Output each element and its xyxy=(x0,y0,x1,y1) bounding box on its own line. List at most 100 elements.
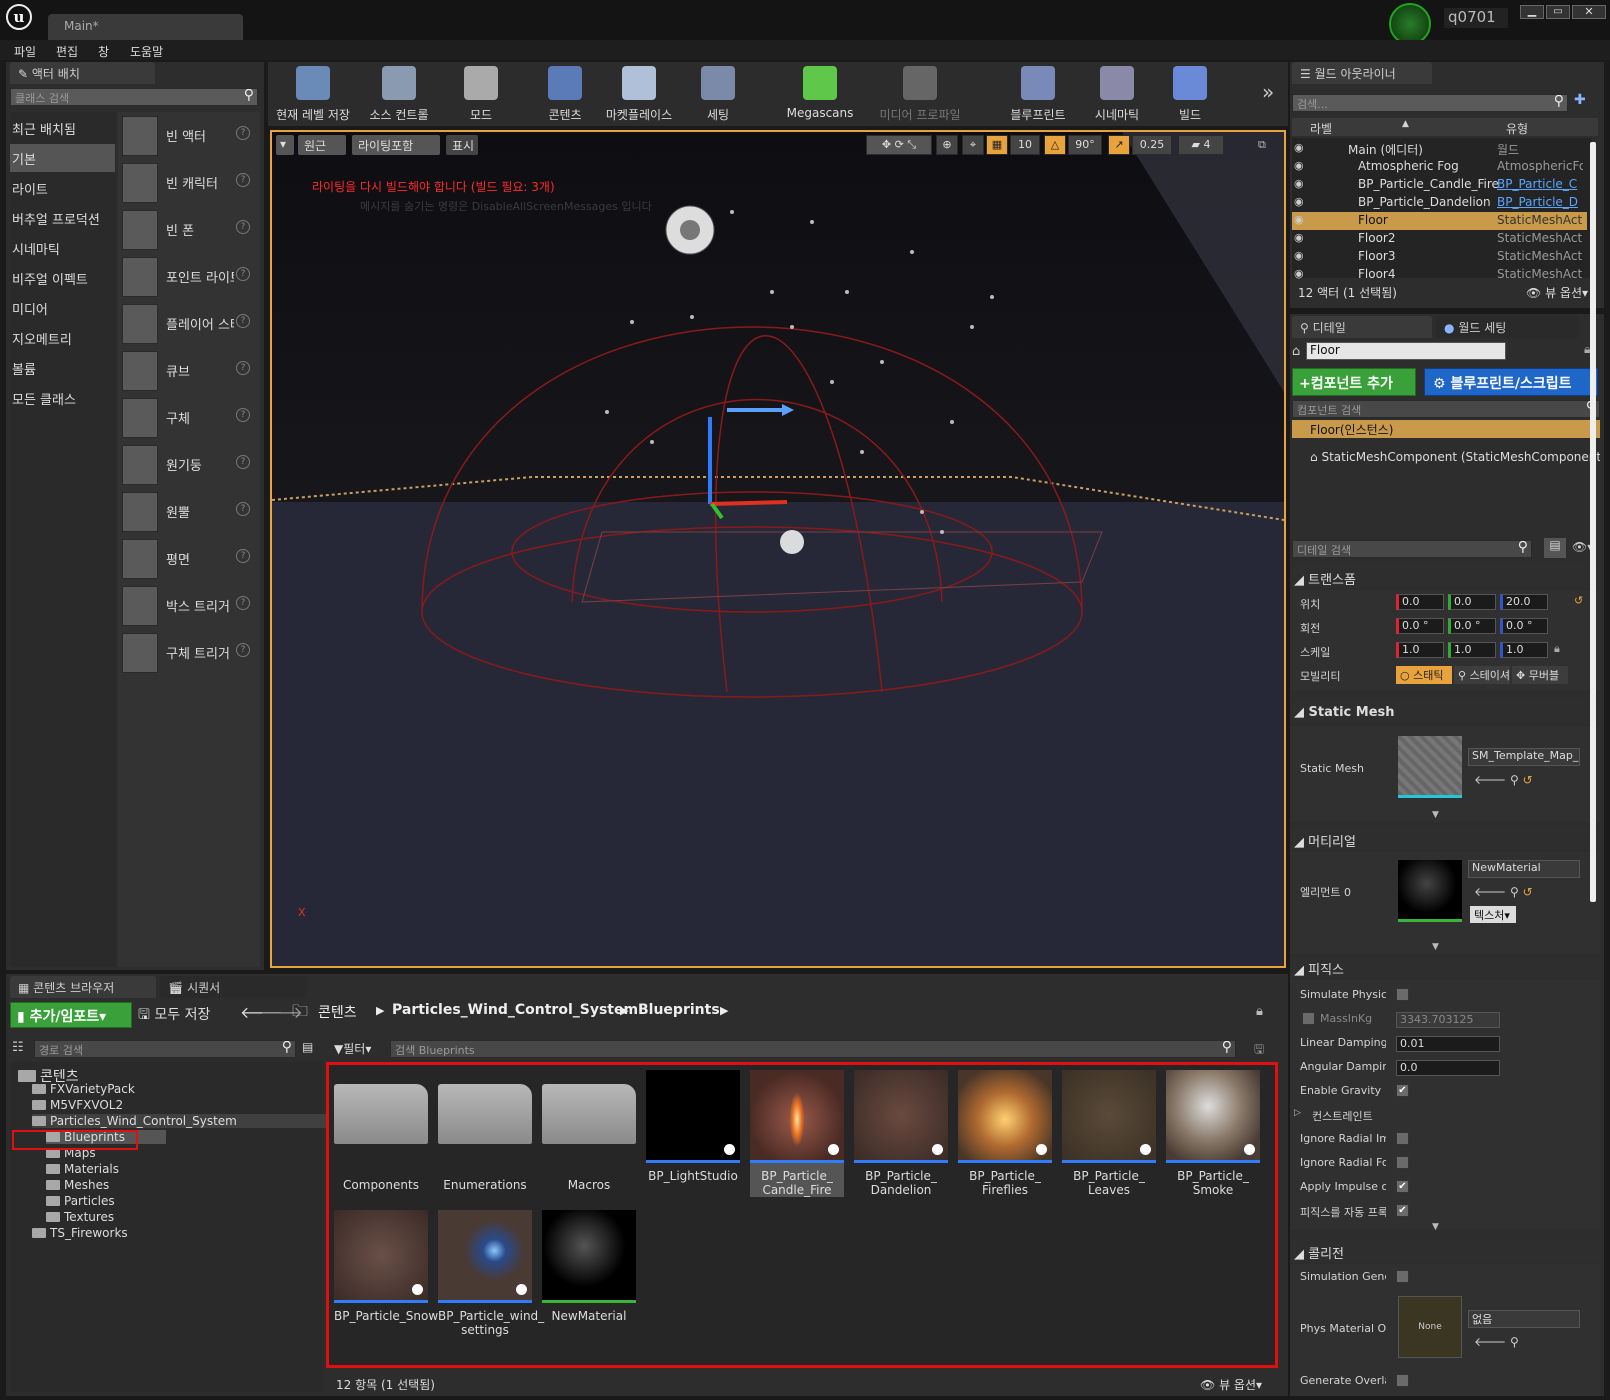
outliner-search-input[interactable]: 검색... ⚲ xyxy=(1292,94,1568,112)
menu-file[interactable]: 파일 xyxy=(14,43,36,60)
asset-tile[interactable]: Macros xyxy=(542,1070,636,1192)
ignore-radial-force-checkbox[interactable] xyxy=(1396,1156,1409,1169)
toolbar-button[interactable]: 마켓플레이스 xyxy=(594,62,684,122)
asset-view-options[interactable]: 👁 뷰 옵션▾ xyxy=(1200,1376,1262,1393)
outliner-row-type[interactable]: BP_Particle_D xyxy=(1497,195,1583,209)
tab-sequencer[interactable]: 🎬︎ 시퀀서 xyxy=(160,976,306,998)
asset-search-input[interactable]: 검색 Blueprints ⚲ xyxy=(390,1040,1236,1058)
asset-tile[interactable]: BP_Particle_Snow xyxy=(334,1210,438,1323)
ignore-radial-impulse-checkbox[interactable] xyxy=(1396,1132,1409,1145)
blueprint-script-button[interactable]: ⚙ 블루프린트/스크립트 xyxy=(1424,368,1598,396)
add-import-button[interactable]: ▮ 추가/임포트▾ xyxy=(10,1002,132,1028)
add-component-button[interactable]: +컴포넌트 추가 xyxy=(1292,368,1416,396)
show-button[interactable]: 표시 xyxy=(446,135,478,155)
actor-name-field[interactable]: Floor xyxy=(1306,342,1506,360)
help-icon[interactable]: ? xyxy=(236,220,250,234)
component-search-input[interactable]: 컴포넌트 검색⚲ xyxy=(1292,400,1600,418)
scale-label[interactable]: 스케일 xyxy=(1300,644,1386,660)
tab-world-outliner[interactable]: ☰ 월드 아웃라이너 xyxy=(1292,62,1432,84)
constraints-expand-icon[interactable]: ▷ xyxy=(1294,1108,1301,1118)
texture-button[interactable]: 텍스처▾ xyxy=(1470,906,1516,923)
location-label[interactable]: 위치 xyxy=(1300,596,1386,612)
detail-search-input[interactable]: 디테일 검색 ⚲ xyxy=(1292,540,1532,558)
outliner-row-type[interactable]: BP_Particle_C xyxy=(1497,177,1583,191)
path-search-input[interactable]: 경로 검색 ⚲ xyxy=(34,1040,296,1058)
grid-snap-toggle[interactable]: ▦ xyxy=(986,135,1008,155)
help-icon[interactable]: ? xyxy=(236,361,250,375)
help-icon[interactable]: ? xyxy=(236,502,250,516)
grid-snap-value[interactable]: 10 xyxy=(1010,135,1040,155)
mode-category[interactable]: 지오메트리 xyxy=(10,324,115,352)
constraints-label[interactable]: 컨스트레인트 xyxy=(1312,1108,1398,1124)
physics-section-header[interactable]: ◢ 피직스 xyxy=(1290,956,1600,978)
collision-section-header[interactable]: ◢ 콜리전 xyxy=(1290,1240,1600,1262)
mode-category[interactable]: 모든 클래스 xyxy=(10,384,115,412)
class-search-input[interactable]: 클래스 검색 ⚲ xyxy=(10,88,258,106)
rotation-label[interactable]: 회전 xyxy=(1300,620,1386,636)
outliner-row[interactable]: ◉ Floor StaticMeshAct xyxy=(1292,212,1587,230)
help-icon[interactable]: ? xyxy=(236,267,250,281)
visibility-eye-icon[interactable]: ◉ xyxy=(1294,177,1304,190)
expand-advanced-icon-2[interactable]: ▼ xyxy=(1432,942,1439,952)
source-control-status-icon[interactable] xyxy=(1389,3,1431,45)
actor-item[interactable]: 원뿔? xyxy=(122,490,257,536)
help-icon[interactable]: ? xyxy=(236,455,250,469)
path-tree-item[interactable]: Materials xyxy=(46,1162,119,1176)
scale-lock-icon[interactable]: 🔒︎ xyxy=(1554,642,1560,656)
tab-content-browser[interactable]: ▦ 콘텐츠 브라우저 xyxy=(10,976,156,998)
visibility-eye-icon[interactable]: ◉ xyxy=(1294,267,1304,280)
asset-tile[interactable]: BP_Particle_ Fireflies xyxy=(958,1070,1052,1197)
toolbar-button[interactable]: 세팅 xyxy=(688,62,748,122)
lock-browser-icon[interactable]: 🔒︎ xyxy=(1256,1004,1263,1019)
mobility-movable[interactable]: ✥ 무버블 xyxy=(1512,666,1568,684)
asset-tile[interactable]: BP_Particle_ Smoke xyxy=(1166,1070,1260,1197)
mobility-stationary[interactable]: ⚲ 스테이셔너리 xyxy=(1454,666,1510,684)
help-icon[interactable]: ? xyxy=(236,549,250,563)
scale-field[interactable]: 1.0 xyxy=(1448,642,1496,658)
toolbar-button[interactable]: 미디어 프로파일 xyxy=(864,62,976,122)
mode-category[interactable]: 버추얼 프로덕션 xyxy=(10,204,115,232)
help-icon[interactable]: ? xyxy=(236,314,250,328)
expand-advanced-icon-3[interactable]: ▼ xyxy=(1432,1222,1439,1232)
actor-item[interactable]: 빈 액터? xyxy=(122,114,257,160)
mobility-static[interactable]: ○ 스태틱 xyxy=(1396,666,1452,684)
level-viewport[interactable]: X xyxy=(270,130,1286,968)
material-browse-icons[interactable]: 🡐 ⚲ ↺ xyxy=(1474,884,1533,899)
tab-details[interactable]: ⚲ 디테일 xyxy=(1292,316,1432,338)
location-field[interactable]: 20.0 xyxy=(1500,594,1548,610)
path-tree-item[interactable]: TS_Fireworks xyxy=(32,1226,128,1240)
location-field[interactable]: 0.0 xyxy=(1448,594,1496,610)
mode-category[interactable]: 미디어 xyxy=(10,294,115,322)
mass-override-checkbox[interactable] xyxy=(1302,1012,1315,1025)
actor-item[interactable]: 원기둥? xyxy=(122,443,257,489)
phys-material-picker[interactable]: 없음 xyxy=(1468,1310,1580,1328)
details-scrollbar[interactable] xyxy=(1590,142,1596,902)
apply-impulse-checkbox[interactable]: ✔ xyxy=(1396,1180,1409,1193)
reset-location-icon[interactable]: ↺ xyxy=(1574,594,1583,607)
world-local-toggle[interactable]: ⊕ xyxy=(936,135,958,155)
sources-toggle-icon[interactable]: ☷ xyxy=(12,1040,24,1055)
scale-field[interactable]: 1.0 xyxy=(1500,642,1548,658)
maximize-viewport-icon[interactable]: ⧉ xyxy=(1258,138,1266,152)
property-matrix-icon[interactable]: ▤ xyxy=(1544,538,1566,558)
toolbar-button[interactable]: 소스 컨트롤 xyxy=(356,62,442,122)
asset-tile[interactable]: Components xyxy=(334,1070,428,1192)
static-mesh-browse-icons[interactable]: 🡐 ⚲ ↺ xyxy=(1474,772,1533,787)
outliner-row[interactable]: ◉ Floor2 StaticMeshAct xyxy=(1292,230,1587,248)
path-view-options-icon[interactable]: ▤ xyxy=(302,1040,313,1054)
materials-section-header[interactable]: ◢ 머티리얼 xyxy=(1290,828,1600,850)
outliner-row[interactable]: ◉ Main (에디터) 월드 xyxy=(1292,140,1587,158)
asset-tile[interactable]: BP_Particle_ Leaves xyxy=(1062,1070,1156,1197)
static-mesh-picker[interactable]: SM_Template_Map_Floor xyxy=(1468,748,1580,766)
breadcrumb-particles[interactable]: Particles_Wind_Control_System xyxy=(392,1002,638,1018)
mass-field[interactable]: 3343.703125 xyxy=(1396,1012,1500,1028)
close-button[interactable]: ✕ xyxy=(1572,5,1606,19)
maximize-button[interactable]: ▭ xyxy=(1546,5,1570,19)
camera-speed-button[interactable]: ▰ 4 xyxy=(1178,135,1224,155)
mode-category[interactable]: 비주얼 이펙트 xyxy=(10,264,115,292)
actor-item[interactable]: 박스 트리거? xyxy=(122,584,257,630)
toolbar-expand-icon[interactable]: » xyxy=(1262,80,1274,104)
asset-tile[interactable]: BP_Particle_ Dandelion xyxy=(854,1070,948,1197)
column-label[interactable]: 라벨 xyxy=(1310,120,1332,137)
lighting-mode-button[interactable]: 라이팅포함 xyxy=(352,135,440,155)
